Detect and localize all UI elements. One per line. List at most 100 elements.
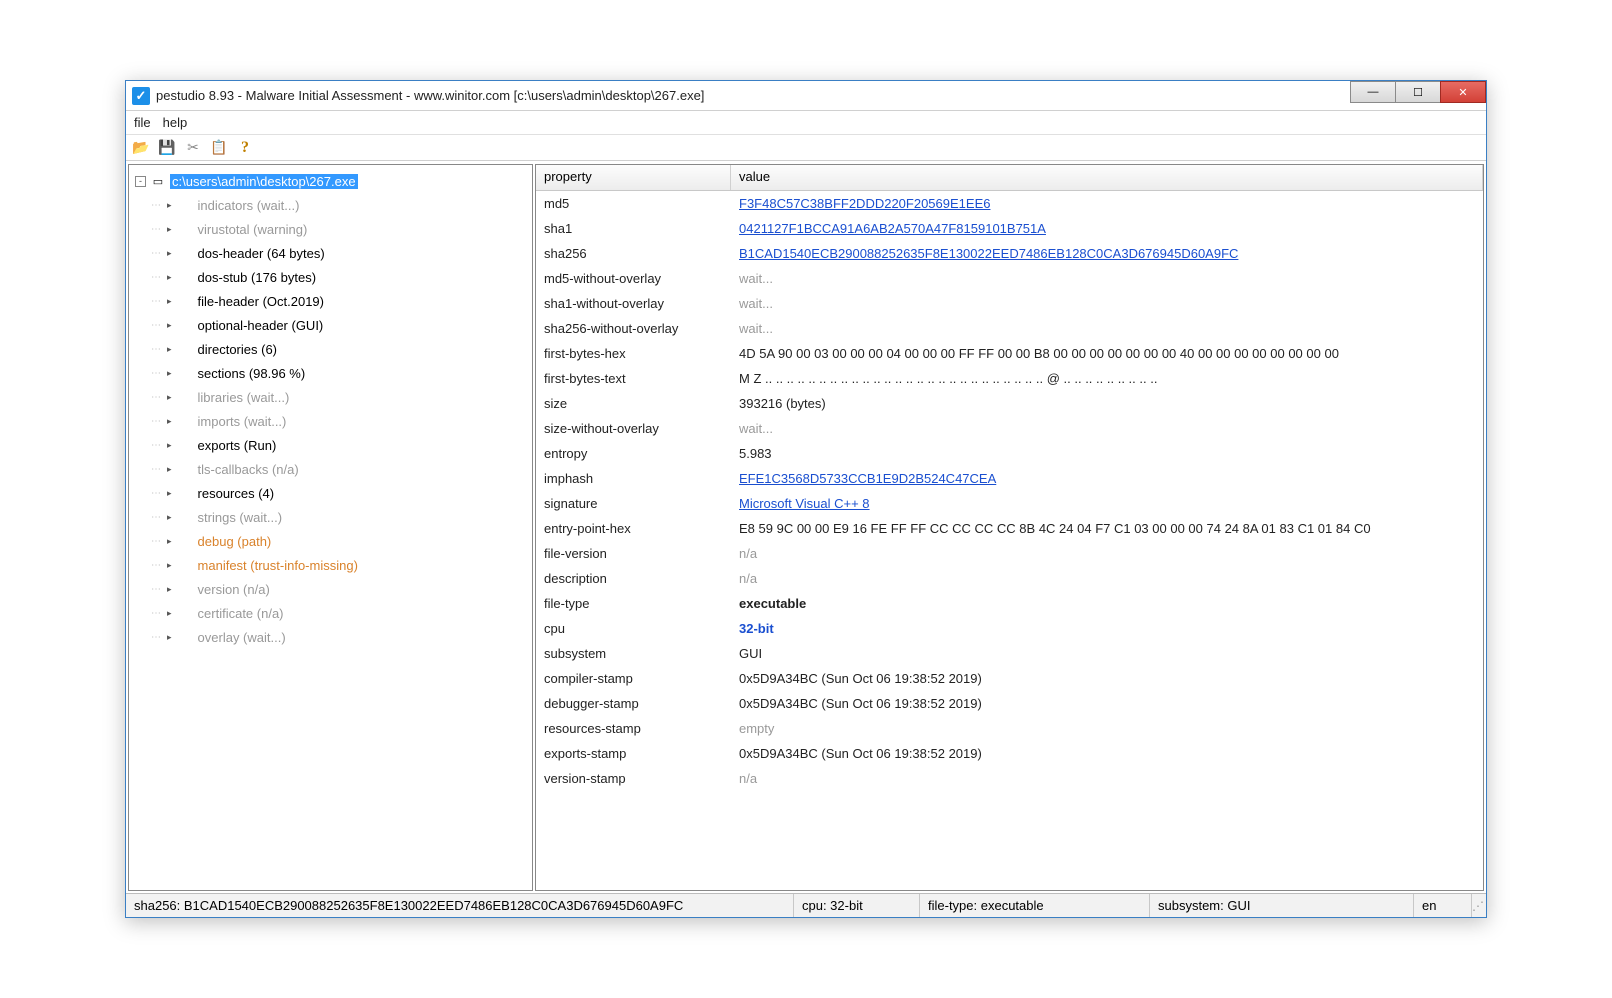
property-row[interactable]: first-bytes-hex4D 5A 90 00 03 00 00 00 0… [536,341,1483,366]
tree-item-label[interactable]: libraries (wait...) [198,390,290,405]
expand-icon[interactable]: ▸ [167,320,172,331]
tree-item[interactable]: ⋯▸file-header (Oct.2019) [151,289,530,313]
tree-root-label[interactable]: c:\users\admin\desktop\267.exe [170,174,358,189]
expand-icon[interactable]: ▸ [167,200,172,211]
header-property[interactable]: property [536,165,731,190]
property-value[interactable]: B1CAD1540ECB290088252635F8E130022EED7486… [731,246,1483,261]
property-row[interactable]: sha1-without-overlaywait... [536,291,1483,316]
expand-icon[interactable]: ▸ [167,248,172,259]
expand-icon[interactable]: ▸ [167,440,172,451]
tree-item[interactable]: ⋯▸virustotal (warning) [151,217,530,241]
expand-icon[interactable]: ▸ [167,608,172,619]
property-value[interactable]: EFE1C3568D5733CCB1E9D2B524C47CEA [731,471,1483,486]
tree-item-label[interactable]: exports (Run) [198,438,277,453]
property-row[interactable]: size-without-overlaywait... [536,416,1483,441]
property-value[interactable]: F3F48C57C38BFF2DDD220F20569E1EE6 [731,196,1483,211]
property-row[interactable]: entropy5.983 [536,441,1483,466]
expand-icon[interactable]: ▸ [167,584,172,595]
property-row[interactable]: first-bytes-textM Z .. .. .. .. .. .. ..… [536,366,1483,391]
collapse-icon[interactable]: - [135,176,146,187]
help-icon[interactable]: ? [236,139,254,157]
expand-icon[interactable]: ▸ [167,560,172,571]
expand-icon[interactable]: ▸ [167,632,172,643]
tree-item[interactable]: ⋯▸dos-stub (176 bytes) [151,265,530,289]
property-row[interactable]: md5-without-overlaywait... [536,266,1483,291]
tree-pane[interactable]: - ▭ c:\users\admin\desktop\267.exe ⋯▸ind… [128,164,533,891]
delete-icon[interactable]: ✂ [184,139,202,157]
property-row[interactable]: version-stampn/a [536,766,1483,791]
tree-item[interactable]: ⋯▸sections (98.96 %) [151,361,530,385]
menu-help[interactable]: help [163,115,188,130]
property-row[interactable]: file-versionn/a [536,541,1483,566]
expand-icon[interactable]: ▸ [167,464,172,475]
tree-item-label[interactable]: directories (6) [198,342,277,357]
property-row[interactable]: entry-point-hexE8 59 9C 00 00 E9 16 FE F… [536,516,1483,541]
tree-item[interactable]: ⋯▸resources (4) [151,481,530,505]
maximize-button[interactable]: ☐ [1395,81,1441,103]
expand-icon[interactable]: ▸ [167,512,172,523]
tree-item[interactable]: ⋯▸manifest (trust-info-missing) [151,553,530,577]
tree-item[interactable]: ⋯▸optional-header (GUI) [151,313,530,337]
property-row[interactable]: resources-stampempty [536,716,1483,741]
property-row[interactable]: descriptionn/a [536,566,1483,591]
tree-item[interactable]: ⋯▸overlay (wait...) [151,625,530,649]
minimize-button[interactable]: — [1350,81,1396,103]
tree-item-label[interactable]: certificate (n/a) [198,606,284,621]
tree-item-label[interactable]: version (n/a) [198,582,270,597]
property-row[interactable]: signatureMicrosoft Visual C++ 8 [536,491,1483,516]
tree-item-label[interactable]: debug (path) [198,534,272,549]
property-row[interactable]: exports-stamp0x5D9A34BC (Sun Oct 06 19:3… [536,741,1483,766]
tree-item-label[interactable]: virustotal (warning) [198,222,308,237]
tree-item-label[interactable]: file-header (Oct.2019) [198,294,324,309]
tree-item[interactable]: ⋯▸strings (wait...) [151,505,530,529]
tree-root-node[interactable]: - ▭ c:\users\admin\desktop\267.exe [131,169,530,193]
tree-item[interactable]: ⋯▸version (n/a) [151,577,530,601]
property-row[interactable]: cpu32-bit [536,616,1483,641]
expand-icon[interactable]: ▸ [167,296,172,307]
tree-item[interactable]: ⋯▸exports (Run) [151,433,530,457]
tree-item[interactable]: ⋯▸dos-header (64 bytes) [151,241,530,265]
tree-item[interactable]: ⋯▸indicators (wait...) [151,193,530,217]
tree-item-label[interactable]: indicators (wait...) [198,198,300,213]
tree-item[interactable]: ⋯▸directories (6) [151,337,530,361]
expand-icon[interactable]: ▸ [167,488,172,499]
property-row[interactable]: file-typeexecutable [536,591,1483,616]
expand-icon[interactable]: ▸ [167,272,172,283]
property-value[interactable]: 0421127F1BCCA91A6AB2A570A47F8159101B751A [731,221,1483,236]
close-button[interactable]: ✕ [1440,81,1486,103]
tree-item[interactable]: ⋯▸debug (path) [151,529,530,553]
tree-item[interactable]: ⋯▸tls-callbacks (n/a) [151,457,530,481]
tree-item-label[interactable]: dos-stub (176 bytes) [198,270,317,285]
copy-icon[interactable]: 📋 [210,139,228,157]
tree-item-label[interactable]: overlay (wait...) [198,630,286,645]
expand-icon[interactable]: ▸ [167,536,172,547]
tree-item[interactable]: ⋯▸certificate (n/a) [151,601,530,625]
property-row[interactable]: compiler-stamp0x5D9A34BC (Sun Oct 06 19:… [536,666,1483,691]
property-row[interactable]: sha256B1CAD1540ECB290088252635F8E130022E… [536,241,1483,266]
tree-item[interactable]: ⋯▸imports (wait...) [151,409,530,433]
property-row[interactable]: sha10421127F1BCCA91A6AB2A570A47F8159101B… [536,216,1483,241]
save-icon[interactable]: 💾 [158,139,176,157]
expand-icon[interactable]: ▸ [167,392,172,403]
property-row[interactable]: md5F3F48C57C38BFF2DDD220F20569E1EE6 [536,191,1483,216]
property-row[interactable]: subsystemGUI [536,641,1483,666]
header-value[interactable]: value [731,165,1483,190]
expand-icon[interactable]: ▸ [167,416,172,427]
tree-item-label[interactable]: dos-header (64 bytes) [198,246,325,261]
open-icon[interactable]: 📂 [132,139,150,157]
menu-file[interactable]: file [134,115,151,130]
tree-item-label[interactable]: strings (wait...) [198,510,283,525]
tree-item-label[interactable]: optional-header (GUI) [198,318,324,333]
tree-item[interactable]: ⋯▸libraries (wait...) [151,385,530,409]
property-row[interactable]: debugger-stamp0x5D9A34BC (Sun Oct 06 19:… [536,691,1483,716]
expand-icon[interactable]: ▸ [167,368,172,379]
property-row[interactable]: sha256-without-overlaywait... [536,316,1483,341]
tree-item-label[interactable]: tls-callbacks (n/a) [198,462,299,477]
tree-item-label[interactable]: sections (98.96 %) [198,366,306,381]
property-value[interactable]: Microsoft Visual C++ 8 [731,496,1483,511]
expand-icon[interactable]: ▸ [167,344,172,355]
expand-icon[interactable]: ▸ [167,224,172,235]
resize-grip-icon[interactable]: ⋰ [1472,899,1486,913]
tree-item-label[interactable]: manifest (trust-info-missing) [198,558,358,573]
tree-item-label[interactable]: resources (4) [198,486,275,501]
